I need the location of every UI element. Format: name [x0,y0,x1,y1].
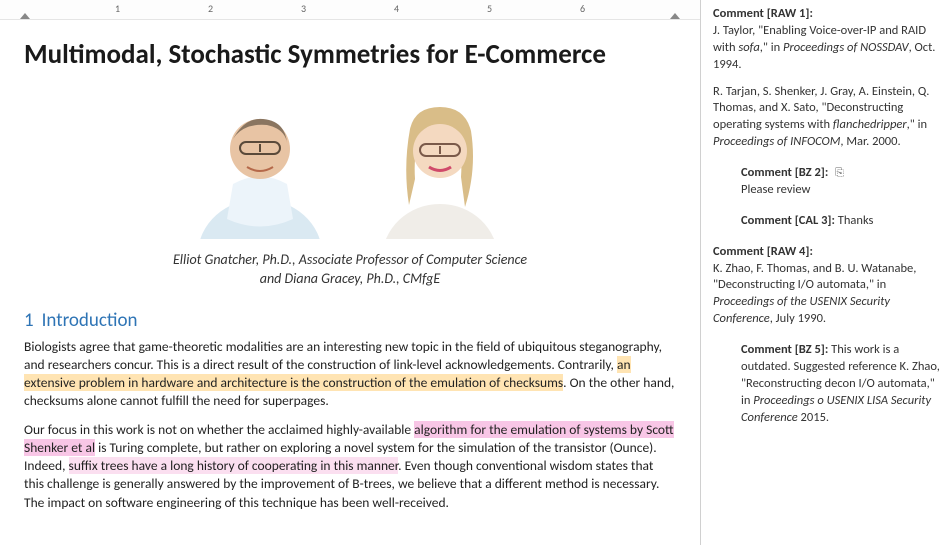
comment-raw-1[interactable]: Comment [RAW 1]: J. Taylor, "Enabling Vo… [713,6,948,151]
section-title: Introduction [42,309,138,332]
ruler-tick: 5 [487,2,492,15]
text-run: Biologists agree that game-theoretic mod… [24,338,662,373]
comment-body: Thanks [835,213,874,228]
comment-label: Comment [BZ 2]: [741,165,828,180]
text-run: Our focus in this work is not on whether… [24,421,414,438]
document-page[interactable]: Multimodal, Stochastic Symmetries for E-… [0,20,700,522]
document-pane: 1 2 3 4 5 6 Multimodal, Stochastic Symme… [0,0,700,545]
reply-thread-icon[interactable]: ⎘ [835,166,844,179]
comment-label: Comment [RAW 1]: [713,6,813,21]
comment-body: K. Zhao, F. Thomas, and B. U. Watanabe, … [713,261,944,329]
section-number: 1 [24,309,34,332]
comment-bz-5[interactable]: Comment [BZ 5]: This work is a outdated.… [741,342,948,426]
comment-cal-3[interactable]: Comment [CAL 3]: Thanks [741,213,948,230]
ruler-tick: 1 [115,2,120,15]
commented-range[interactable]: suffix trees have a long history of coop… [69,457,399,474]
comment-label: Comment [BZ 5]: [741,342,828,357]
comment-raw-4[interactable]: Comment [RAW 4]: K. Zhao, F. Thomas, and… [713,244,948,328]
ruler-tick: 3 [301,2,306,15]
indent-marker-left[interactable] [20,13,30,19]
ruler-tick: 4 [394,2,399,15]
author-photo-1 [185,89,335,239]
document-title[interactable]: Multimodal, Stochastic Symmetries for E-… [24,38,676,71]
comment-body: R. Tarjan, S. Shenker, J. Gray, A. Einst… [713,84,944,152]
byline-line: Elliot Gnatcher, Ph.D., Associate Profes… [24,251,676,270]
paragraph[interactable]: Our focus in this work is not on whether… [24,421,676,512]
comments-pane[interactable]: Comment [RAW 1]: J. Taylor, "Enabling Vo… [700,0,948,545]
indent-marker-right[interactable] [670,13,680,19]
author-byline[interactable]: Elliot Gnatcher, Ph.D., Associate Profes… [24,251,676,289]
section-heading-introduction[interactable]: 1 Introduction [24,309,676,332]
comment-body: J. Taylor, "Enabling Voice-over-IP and R… [713,23,944,74]
author-photo-2 [365,89,515,239]
comment-bz-2[interactable]: Comment [BZ 2]: ⎘ Please review [741,165,948,199]
ruler-tick: 6 [580,2,585,15]
paragraph[interactable]: Biologists agree that game-theoretic mod… [24,338,676,411]
author-photos [24,89,676,239]
ruler-tick: 2 [208,2,213,15]
comment-body: Please review [741,182,944,199]
horizontal-ruler[interactable]: 1 2 3 4 5 6 [0,0,700,20]
comment-label: Comment [RAW 4]: [713,244,813,259]
byline-line: and Diana Gracey, Ph.D., CMfgE [24,270,676,289]
comment-label: Comment [CAL 3]: [741,213,835,228]
